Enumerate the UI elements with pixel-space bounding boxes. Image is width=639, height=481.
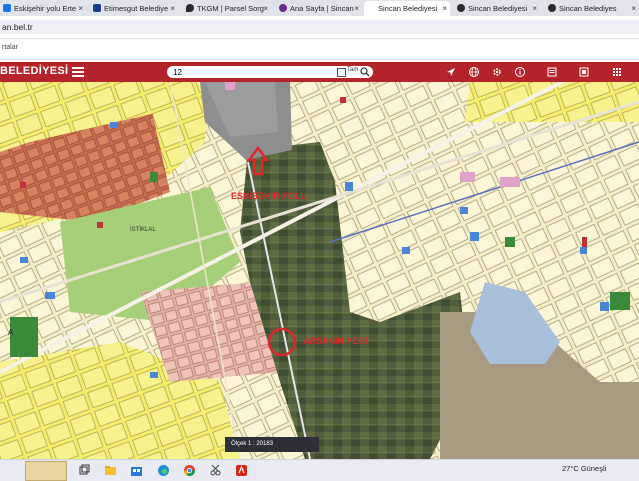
tab-3-title: TKGM | Parsel Sorg <box>197 4 264 13</box>
tab-1-title: Eskişehir yolu Erte <box>14 4 77 13</box>
close-tab-icon[interactable]: × <box>442 1 447 16</box>
globe-favicon-icon <box>457 4 465 12</box>
close-tab-icon[interactable]: × <box>263 1 268 16</box>
task-view-icon[interactable] <box>78 464 91 477</box>
tab-7[interactable]: Sincan Belediyes × <box>545 1 639 16</box>
tab-2[interactable]: Etimesgut Belediye × <box>90 1 178 16</box>
chrome-icon[interactable] <box>183 464 196 477</box>
map-area-label: A <box>8 328 14 337</box>
address-bar[interactable]: an.bel.tr <box>0 20 639 34</box>
search-input[interactable] <box>173 66 333 78</box>
app-header: BELEDİYESİ Tam <box>0 62 639 82</box>
edge-icon[interactable] <box>157 464 170 477</box>
istiklal-label: İSTİKLAL <box>130 226 156 233</box>
tab-2-title: Etimesgut Belediye <box>104 4 169 13</box>
grid-icon[interactable] <box>611 66 623 78</box>
list-icon[interactable] <box>546 66 558 78</box>
tab-7-title: Sincan Belediyes <box>559 4 617 13</box>
file-explorer-icon[interactable] <box>104 464 117 477</box>
windows-taskbar: 27°C Güneşli <box>0 459 639 481</box>
brand-title: BELEDİYESİ <box>0 65 69 77</box>
exact-match-label: Tam <box>347 67 359 73</box>
zoning-map[interactable]: ESKİŞEHİR YOLU ARSANIN YERİ İSTİKLAL A <box>0 82 639 459</box>
tab-3[interactable]: TKGM | Parsel Sorg × <box>183 1 271 16</box>
info-icon[interactable] <box>514 66 526 78</box>
etimesgut-favicon-icon <box>93 4 101 12</box>
tab-6-title: Sincan Belediyesi <box>468 4 528 13</box>
settings-icon[interactable] <box>491 66 503 78</box>
close-tab-icon[interactable]: × <box>170 1 175 16</box>
search-box: Tam <box>167 66 373 78</box>
close-tab-icon[interactable]: × <box>532 1 537 16</box>
layers-icon[interactable] <box>578 66 590 78</box>
globe-favicon-icon <box>548 4 556 12</box>
globe-icon[interactable] <box>468 66 480 78</box>
tab-1[interactable]: Eskişehir yolu Erte × <box>0 1 86 16</box>
map-canvas[interactable]: ESKİŞEHİR YOLU ARSANIN YERİ İSTİKLAL A <box>0 82 639 459</box>
page-favicon-icon <box>367 4 375 12</box>
map-scale-indicator: Ölçek 1 : 20183 <box>225 437 319 452</box>
address-bar-row: an.bel.tr <box>0 16 639 39</box>
location-icon[interactable] <box>445 66 457 78</box>
tab-4-title: Ana Sayfa | Sincan <box>290 4 354 13</box>
weather-widget-icon[interactable] <box>25 461 67 481</box>
tab-6[interactable]: Sincan Belediyesi × <box>454 1 540 16</box>
close-tab-icon[interactable]: × <box>631 1 636 16</box>
bookmarks-bar: rtalar <box>0 39 639 60</box>
search-icon[interactable] <box>360 67 370 77</box>
weather-status[interactable]: 27°C Güneşli <box>562 464 606 473</box>
bookmarks-folder-label[interactable]: rtalar <box>2 44 18 51</box>
browser-tab-strip: Eskişehir yolu Erte × Etimesgut Belediye ×… <box>0 0 639 16</box>
url-text[interactable]: an.bel.tr <box>2 20 33 34</box>
hamburger-menu-icon[interactable] <box>72 67 84 77</box>
close-tab-icon[interactable]: × <box>78 1 83 16</box>
arsanin-yeri-label: ARSANIN YERİ <box>303 336 367 346</box>
tab-4[interactable]: Ana Sayfa | Sincan × <box>276 1 362 16</box>
tab-5-active[interactable]: Sincan Belediyesi × <box>364 1 450 16</box>
sincan-favicon-icon <box>279 4 287 12</box>
windows-store-icon[interactable] <box>130 464 143 477</box>
acrobat-icon[interactable] <box>235 464 248 477</box>
tab-5-title: Sincan Belediyesi <box>378 4 438 13</box>
close-tab-icon[interactable]: × <box>354 1 359 16</box>
location-pin-favicon-icon <box>186 4 194 12</box>
eskisehir-yolu-label: ESKİŞEHİR YOLU <box>231 191 307 201</box>
google-maps-favicon-icon <box>3 4 11 12</box>
exact-match-checkbox[interactable] <box>337 68 346 77</box>
snipping-tool-icon[interactable] <box>209 464 222 477</box>
